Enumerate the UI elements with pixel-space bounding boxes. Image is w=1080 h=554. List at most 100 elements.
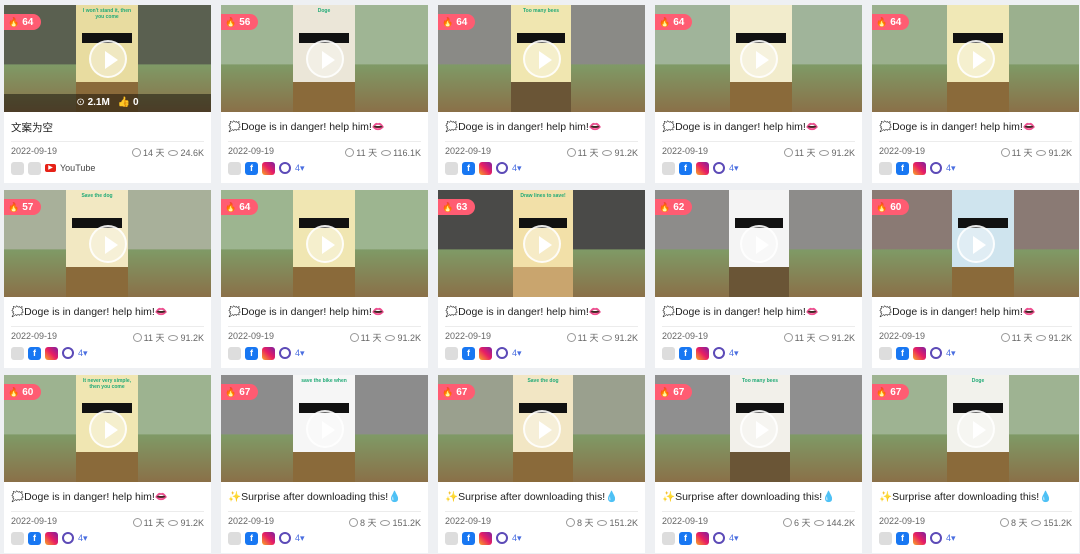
more-platforms[interactable]: 4▾ [78,533,88,544]
play-icon[interactable] [88,409,127,448]
ad-title[interactable]: 🗯️Doge is in danger! help him!👄 [879,305,1075,318]
ad-meta: 2022-09-19 6 天 144.2K [662,515,855,529]
more-platforms[interactable]: 4▾ [946,533,956,544]
video-thumbnail[interactable]: 🔥 64 [872,5,1079,112]
ad-card[interactable]: 🔥 64 🗯️Doge is in danger! help him!👄 2022… [872,5,1079,183]
video-thumbnail[interactable]: It never very simple, then you come 🔥 60 [4,375,211,482]
more-platforms[interactable]: 4▾ [946,163,956,174]
ad-card[interactable]: 🔥 62 🗯️Doge is in danger! help him!👄 2022… [655,190,862,368]
apple-icon [11,346,24,360]
heat-value: 67 [456,387,468,398]
ad-title[interactable]: 文案为空 [11,120,207,135]
ad-card[interactable]: Save the dog 🔥 67 ✨Surprise after downloa… [438,375,645,553]
more-platforms[interactable]: 4▾ [512,348,522,359]
video-thumbnail[interactable]: I won't stand it, then you come 🔥 64 ⊙ 2.… [4,5,211,112]
ad-title[interactable]: ✨Surprise after downloading this!💧 [879,490,1075,503]
ad-card[interactable]: Doge 🔥 56 🗯️Doge is in danger! help him!👄… [221,5,428,183]
clock-icon [783,333,793,342]
ad-title[interactable]: 🗯️Doge is in danger! help him!👄 [445,305,641,318]
play-icon[interactable] [739,39,778,78]
video-thumbnail[interactable]: Doge 🔥 67 [872,375,1079,482]
play-icon[interactable] [522,224,561,263]
play-icon[interactable] [522,39,561,78]
ad-title[interactable]: 🗯️Doge is in danger! help him!👄 [445,120,641,133]
screen-caption: save the bike when [301,378,347,384]
heat-value: 60 [890,202,902,213]
video-thumbnail[interactable]: Doge 🔥 56 [221,5,428,112]
more-platforms[interactable]: 4▾ [729,163,739,174]
video-thumbnail[interactable]: 🔥 64 [655,5,862,112]
play-icon[interactable] [88,224,127,263]
more-platforms[interactable]: 4▾ [512,163,522,174]
ad-title[interactable]: ✨Surprise after downloading this!💧 [445,490,641,503]
play-icon[interactable] [956,409,995,448]
ad-card[interactable]: Too many bees 🔥 64 🗯️Doge is in danger! h… [438,5,645,183]
heat-badge: 🔥 56 [221,14,259,30]
play-icon[interactable] [956,39,995,78]
video-thumbnail[interactable]: 🔥 60 [872,190,1079,297]
video-thumbnail[interactable]: 🔥 62 [655,190,862,297]
ad-card[interactable]: Too many bees 🔥 67 ✨Surprise after downlo… [655,375,862,553]
ad-card[interactable]: Doge 🔥 67 ✨Surprise after downloading thi… [872,375,1079,553]
ad-title[interactable]: 🗯️Doge is in danger! help him!👄 [11,305,207,318]
more-platforms[interactable]: 4▾ [729,533,739,544]
video-thumbnail[interactable]: Too many bees 🔥 64 [438,5,645,112]
video-thumbnail[interactable]: Save the dog 🔥 67 [438,375,645,482]
ad-title[interactable]: 🗯️Doge is in danger! help him!👄 [228,120,424,133]
play-icon[interactable] [305,409,344,448]
play-icon[interactable] [739,409,778,448]
ad-title[interactable]: 🗯️Doge is in danger! help him!👄 [228,305,424,318]
more-platforms[interactable]: 4▾ [946,348,956,359]
view-count: 91.2K [831,333,855,343]
ad-card[interactable]: 🔥 60 🗯️Doge is in danger! help him!👄 2022… [872,190,1079,368]
ad-title[interactable]: 🗯️Doge is in danger! help him!👄 [662,305,858,318]
ad-card[interactable]: 🔥 64 🗯️Doge is in danger! help him!👄 2022… [221,190,428,368]
fire-icon: 🔥 [876,17,888,27]
more-platforms[interactable]: 4▾ [729,348,739,359]
view-count: 91.2K [1048,148,1072,158]
ad-card[interactable]: Save the dog 🔥 57 🗯️Doge is in danger! he… [4,190,211,368]
video-thumbnail[interactable]: 🔥 64 [221,190,428,297]
play-icon[interactable] [956,224,995,263]
video-thumbnail[interactable]: Too many bees 🔥 67 [655,375,862,482]
screen-caption: Doge [317,8,331,14]
eye-icon [168,520,179,526]
heat-value: 64 [673,17,685,28]
facebook-icon: f [28,531,41,545]
audience-network-icon [930,347,942,359]
facebook-icon: f [896,346,909,360]
instagram-icon [262,531,275,545]
ad-title[interactable]: 🗯️Doge is in danger! help him!👄 [11,490,207,503]
play-icon[interactable] [305,224,344,263]
more-platforms[interactable]: 4▾ [78,348,88,359]
play-icon[interactable] [739,224,778,263]
eye-icon [168,335,179,341]
play-icon[interactable] [522,409,561,448]
play-icon[interactable] [88,39,127,78]
video-thumbnail[interactable]: Save the dog 🔥 57 [4,190,211,297]
ad-card[interactable]: save the bike when 🔥 67 ✨Surprise after d… [221,375,428,553]
ad-card[interactable]: Draw lines to save! 🔥 63 🗯️Doge is in dan… [438,190,645,368]
video-thumbnail[interactable]: Draw lines to save! 🔥 63 [438,190,645,297]
eye-icon [380,520,391,526]
view-count: 91.2K [1048,333,1072,343]
more-platforms[interactable]: 4▾ [295,533,305,544]
facebook-icon: f [462,161,475,175]
ad-meta: 2022-09-19 11 天 91.2K [879,145,1072,159]
ad-card[interactable]: It never very simple, then you come 🔥 60 … [4,375,211,553]
ad-title[interactable]: ✨Surprise after downloading this!💧 [228,490,424,503]
video-thumbnail[interactable]: save the bike when 🔥 67 [221,375,428,482]
ad-title[interactable]: 🗯️Doge is in danger! help him!👄 [662,120,858,133]
apple-icon [445,346,458,360]
more-platforms[interactable]: 4▾ [512,533,522,544]
instagram-icon [479,531,492,545]
more-platforms[interactable]: 4▾ [295,163,305,174]
facebook-icon: f [462,531,475,545]
ad-title[interactable]: ✨Surprise after downloading this!💧 [662,490,858,503]
fire-icon: 🔥 [659,17,671,27]
ad-card[interactable]: I won't stand it, then you come 🔥 64 ⊙ 2.… [4,5,211,183]
play-icon[interactable] [305,39,344,78]
ad-card[interactable]: 🔥 64 🗯️Doge is in danger! help him!👄 2022… [655,5,862,183]
more-platforms[interactable]: 4▾ [295,348,305,359]
ad-title[interactable]: 🗯️Doge is in danger! help him!👄 [879,120,1075,133]
